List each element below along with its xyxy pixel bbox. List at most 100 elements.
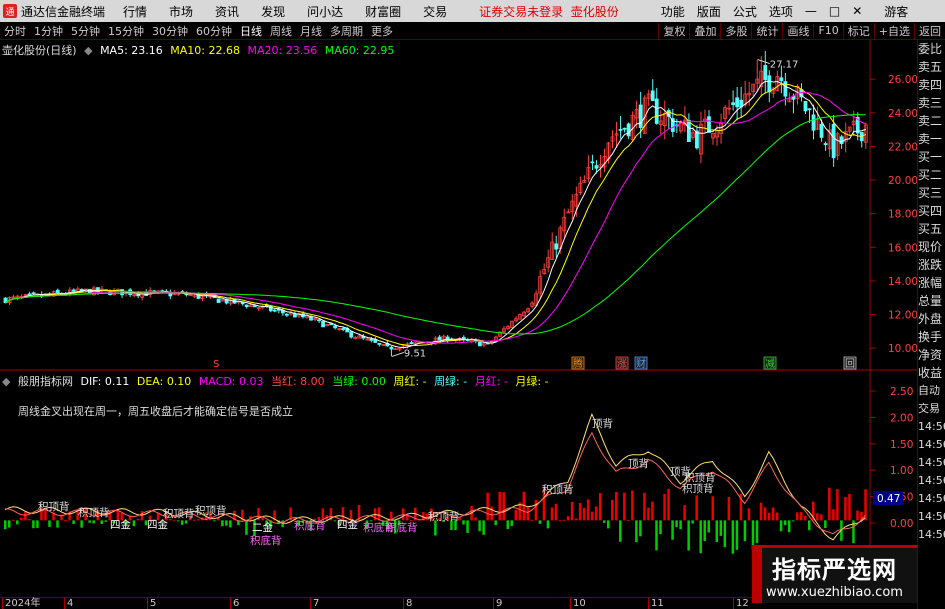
- kline-ytick-label: 20.00: [888, 175, 917, 187]
- event-marker[interactable]: 腾: [573, 357, 583, 370]
- candle-body: [437, 336, 442, 341]
- event-marker[interactable]: 回: [845, 358, 855, 370]
- macd-hist-bar: [100, 520, 103, 525]
- event-marker[interactable]: 减: [765, 358, 775, 370]
- menu-trade[interactable]: 交易: [423, 3, 447, 20]
- btn-back[interactable]: 返回: [914, 22, 945, 39]
- menu-news[interactable]: 资讯: [215, 3, 239, 20]
- signal-label: 积顶背: [38, 500, 70, 513]
- macd-hist-bar: [64, 519, 67, 521]
- indicator-chevron-icon[interactable]: ◆: [2, 375, 10, 388]
- sidebar-item-3[interactable]: 卖三: [918, 94, 945, 112]
- tab-daily[interactable]: 日线: [236, 23, 266, 39]
- btn-statistics[interactable]: 统计: [751, 22, 782, 39]
- menu-wealth-circle[interactable]: 财富圈: [365, 3, 401, 20]
- indicator-name[interactable]: 般朋指标网: [18, 375, 73, 388]
- btn-add-watchlist[interactable]: +自选: [873, 22, 914, 39]
- menu-layout[interactable]: 版面: [697, 3, 721, 20]
- tab-weekly[interactable]: 周线: [266, 23, 296, 39]
- tab-intraday[interactable]: 分时: [0, 23, 30, 39]
- sidebar-item-13[interactable]: 涨幅: [918, 274, 945, 292]
- sidebar-item-18[interactable]: 收益: [918, 364, 945, 382]
- menu-market[interactable]: 市场: [169, 3, 193, 20]
- candle-body: [735, 97, 740, 108]
- sidebar-item-22[interactable]: 14:56: [918, 436, 945, 454]
- sidebar-item-5[interactable]: 卖一: [918, 130, 945, 148]
- macd-hist-bar: [184, 520, 188, 524]
- kline-panel[interactable]: 壶化股份(日线) ◆ MA5: 23.16 MA10: 22.68 MA20: …: [0, 40, 917, 371]
- sidebar-item-7[interactable]: 买二: [918, 166, 945, 184]
- menu-discover[interactable]: 发现: [261, 3, 285, 20]
- sidebar-item-19[interactable]: 自动: [918, 382, 945, 400]
- sidebar-item-15[interactable]: 外盘: [918, 310, 945, 328]
- sidebar-item-23[interactable]: 14:56: [918, 454, 945, 472]
- event-marker[interactable]: S: [213, 359, 219, 370]
- signal-label: 四金: [110, 518, 131, 531]
- sidebar-item-20[interactable]: 交易: [918, 400, 945, 418]
- sidebar-item-9[interactable]: 买四: [918, 202, 945, 220]
- sidebar-item-2[interactable]: 卖四: [918, 76, 945, 94]
- sidebar-item-24[interactable]: 14:56: [918, 472, 945, 490]
- menu-ask-xiaoda[interactable]: 问小达: [307, 3, 343, 20]
- event-marker[interactable]: 财: [636, 357, 646, 370]
- macd-hist-bar: [767, 512, 771, 521]
- sidebar-item-25[interactable]: 14:56: [918, 490, 945, 508]
- btn-overlay[interactable]: 叠加: [689, 22, 720, 39]
- tab-30min[interactable]: 30分钟: [148, 23, 192, 39]
- window-minimize-icon[interactable]: —: [805, 4, 817, 18]
- btn-f10[interactable]: F10: [813, 24, 842, 37]
- sidebar-item-12[interactable]: 涨跌: [918, 256, 945, 274]
- menu-function[interactable]: 功能: [661, 3, 685, 20]
- menu-quotes[interactable]: 行情: [123, 3, 147, 20]
- candle-body: [638, 104, 643, 128]
- macd-hist-bar: [675, 520, 678, 528]
- sidebar-item-1[interactable]: 卖五: [918, 58, 945, 76]
- macd-hist-bar: [643, 492, 646, 521]
- window-close-icon[interactable]: ✕: [852, 4, 862, 18]
- macd-hist-bar: [474, 517, 477, 521]
- btn-mark[interactable]: 标记: [842, 22, 874, 39]
- tab-multi-period[interactable]: 多周期: [326, 23, 367, 39]
- signal-label: 积顶背: [542, 483, 574, 496]
- candle-body: [779, 77, 784, 82]
- kline-chart[interactable]: 26.00 24.00 22.00 20.00 18.00 16.00 14.00 12.00…: [0, 40, 917, 371]
- sidebar-item-27[interactable]: 14:56: [918, 526, 945, 544]
- sidebar-item-26[interactable]: 14:56: [918, 508, 945, 526]
- macd-hist-bar: [590, 511, 594, 521]
- tab-monthly[interactable]: 月线: [296, 23, 326, 39]
- sidebar-item-16[interactable]: 换手: [918, 328, 945, 346]
- user-guest[interactable]: 游客: [884, 3, 908, 20]
- sidebar-item-10[interactable]: 买五: [918, 220, 945, 238]
- sidebar-item-4[interactable]: 卖二: [918, 112, 945, 130]
- app-logo-icon: 通: [3, 4, 17, 18]
- chevron-down-icon[interactable]: ◆: [84, 44, 92, 57]
- btn-multi-stock[interactable]: 多股: [720, 22, 751, 39]
- macd-hist-bar: [639, 520, 642, 537]
- btn-restore-rights[interactable]: 复权: [658, 22, 689, 39]
- login-notice[interactable]: 证券交易未登录 壶化股份: [479, 3, 619, 20]
- sidebar-item-0[interactable]: 委比: [918, 40, 945, 58]
- indicator-panel[interactable]: ◆ 般朋指标网 DIF: 0.11 DEA: 0.10 MACD: 0.03 当…: [0, 371, 913, 597]
- menu-formula[interactable]: 公式: [733, 3, 757, 20]
- macd-hist-bar: [377, 507, 381, 521]
- tab-1min[interactable]: 1分钟: [30, 23, 67, 39]
- sidebar-item-6[interactable]: 买一: [918, 148, 945, 166]
- btn-draw-line[interactable]: 画线: [782, 22, 813, 39]
- tab-15min[interactable]: 15分钟: [104, 23, 148, 39]
- event-marker[interactable]: 涨: [617, 358, 627, 370]
- tab-more[interactable]: 更多: [367, 23, 397, 39]
- macd-hist-bar: [615, 491, 618, 521]
- window-maximize-icon[interactable]: □: [829, 4, 840, 18]
- tab-60min[interactable]: 60分钟: [192, 23, 236, 39]
- sidebar-item-21[interactable]: 14:56: [918, 418, 945, 436]
- menu-options[interactable]: 选项: [769, 3, 793, 20]
- indicator-legend: ◆ 般朋指标网 DIF: 0.11 DEA: 0.10 MACD: 0.03 当…: [2, 373, 553, 389]
- sidebar-item-8[interactable]: 买三: [918, 184, 945, 202]
- ma20-line: [5, 91, 866, 344]
- sidebar-item-11[interactable]: 现价: [918, 238, 945, 256]
- sidebar-item-17[interactable]: 净资: [918, 346, 945, 364]
- macd-hist-bar: [836, 489, 839, 521]
- low-label: 9.51: [404, 348, 426, 359]
- sidebar-item-14[interactable]: 总量: [918, 292, 945, 310]
- tab-5min[interactable]: 5分钟: [67, 23, 104, 39]
